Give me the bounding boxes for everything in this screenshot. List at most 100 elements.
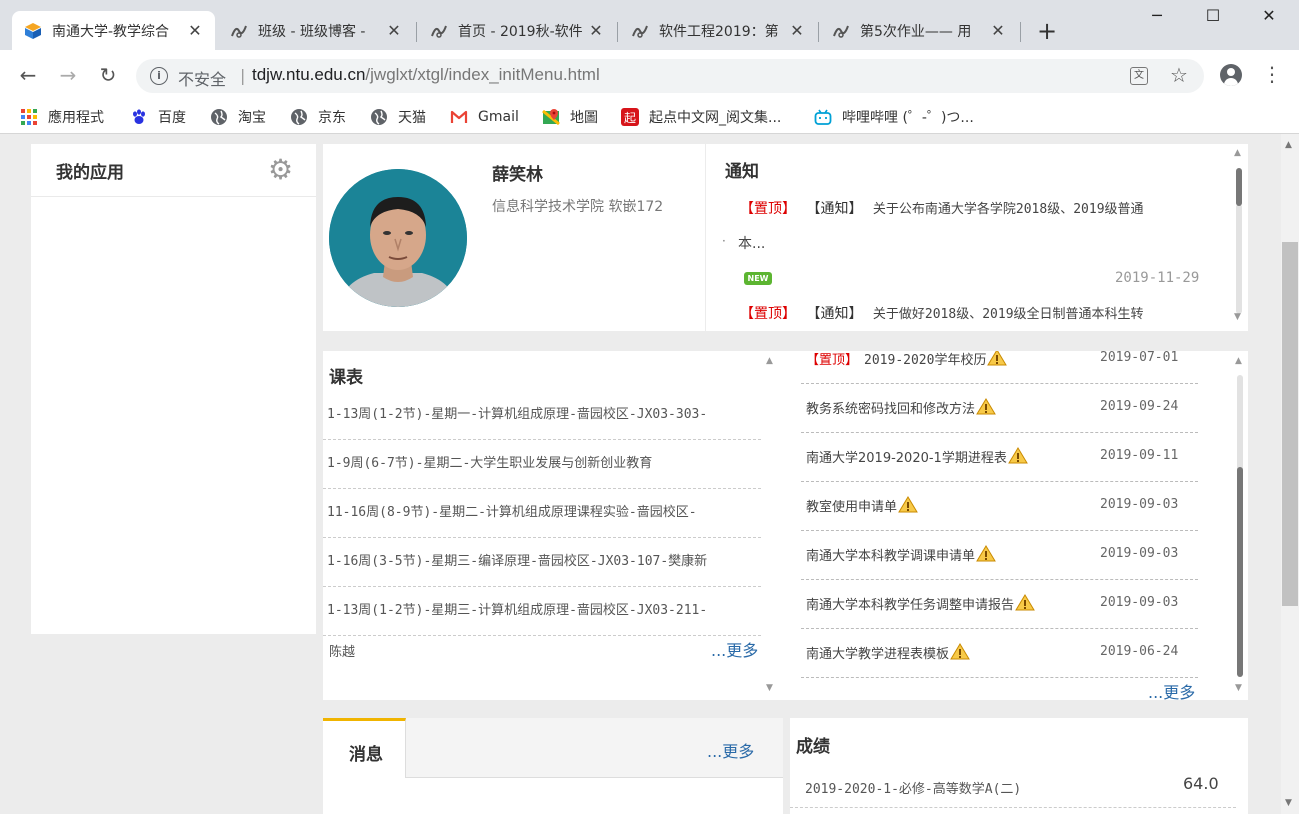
scroll-down-icon[interactable]: ▼ [1235, 683, 1242, 693]
tab-home-2019[interactable]: 首页 - 2019秋-软件 ✕ [418, 11, 616, 50]
tab-ntu-academic[interactable]: 南通大学-教学综合 ✕ [12, 11, 215, 50]
document-item[interactable]: 南通大学2019-2020-1学期进程表 2019-09-11 [801, 433, 1198, 482]
document-item[interactable]: 南通大学本科教学任务调整申请报告 2019-09-03 [801, 580, 1198, 629]
bookmark-star-icon[interactable]: ☆ [1170, 63, 1188, 87]
course-item[interactable]: 1-9周(6-7节)-星期二-大学生职业发展与创新创业教育 [323, 440, 761, 489]
bookmark-label: 百度 [158, 110, 186, 126]
grade-row[interactable]: 2019-2020-1-必修-高等数学A(二) 64.0 [790, 762, 1236, 808]
scroll-up-icon[interactable]: ▲ [1235, 356, 1242, 366]
bookmark-bilibili[interactable]: 哔哩哔哩 (゜-゜)つ... [814, 107, 974, 127]
tab-software-eng[interactable]: 软件工程2019：第 ✕ [619, 11, 817, 50]
window-close-button[interactable]: ✕ [1254, 6, 1284, 25]
notice-scrollbar[interactable]: ▲ ▼ [1232, 144, 1246, 331]
bookmark-label: Gmail [478, 109, 519, 125]
scroll-thumb[interactable] [1237, 467, 1243, 677]
reload-button[interactable]: ↻ [96, 63, 120, 87]
translate-icon[interactable]: 文 [1130, 67, 1148, 85]
info-icon[interactable]: i [150, 67, 168, 85]
course-more-link[interactable]: ...更多 [711, 637, 758, 661]
notice-item[interactable]: 【置顶】 【通知】 关于公布南通大学各学院2018级、2019级普通 [740, 198, 1144, 218]
omnibox-separator: | [240, 66, 246, 85]
url-host: tdjw.ntu.edu.cn [252, 65, 366, 84]
scroll-down-icon[interactable]: ▼ [1285, 798, 1292, 808]
document-item[interactable]: 南通大学本科教学调课申请单 2019-09-03 [801, 531, 1198, 580]
document-title: 南通大学教学进程表模板 [806, 647, 950, 662]
security-label[interactable]: 不安全 [178, 66, 226, 90]
close-icon[interactable]: ✕ [588, 21, 604, 40]
scroll-thumb[interactable] [1282, 242, 1298, 606]
qidian-icon: 起 [621, 108, 639, 126]
document-title-wrap: 南通大学教学进程表模板 [806, 643, 970, 662]
document-item[interactable]: 教务系统密码找回和修改方法 2019-09-24 [801, 384, 1198, 433]
bookmark-apps[interactable]: 應用程式 [20, 107, 104, 127]
new-badge: NEW [744, 272, 772, 285]
document-item[interactable]: 南通大学教学进程表模板 2019-06-24 [801, 629, 1198, 678]
messages-panel: 消息 ...更多 [323, 718, 783, 814]
close-icon[interactable]: ✕ [789, 21, 805, 40]
document-item[interactable]: 【置顶】 2019-2020学年校历 2019-07-01 [801, 351, 1198, 384]
course-item[interactable]: 1-13周(1-2节)-星期三-计算机组成原理-啬园校区-JX03-211- [323, 587, 761, 636]
divider [31, 196, 316, 197]
notice-text: 关于做好2018级、2019级全日制普通本科生转 [872, 307, 1144, 322]
document-title-wrap: 教务系统密码找回和修改方法 [806, 398, 996, 417]
bookmark-jd[interactable]: 京东 [290, 107, 346, 127]
course-item[interactable]: 1-16周(3-5节)-星期三-编译原理-啬园校区-JX03-107-樊康新 [323, 538, 761, 587]
bookmark-gmail[interactable]: Gmail [450, 107, 519, 127]
warning-triangle-icon [1015, 594, 1035, 611]
document-item[interactable]: 教室使用申请单 2019-09-03 [801, 482, 1198, 531]
cnblogs-icon [231, 25, 247, 38]
bookmark-label: 應用程式 [48, 110, 104, 126]
maximize-button[interactable]: ☐ [1198, 6, 1228, 25]
document-date: 2019-09-03 [1100, 595, 1179, 610]
tab-assignment-5[interactable]: 第5次作业—— 用 ✕ [820, 11, 1018, 50]
bookmark-label: 起点中文网_阅文集... [649, 110, 782, 126]
scroll-track [1236, 204, 1242, 314]
scroll-up-icon[interactable]: ▲ [766, 356, 773, 366]
document-title: 教务系统密码找回和修改方法 [806, 402, 976, 417]
account-icon[interactable] [1220, 64, 1242, 86]
documents-scrollbar[interactable]: ▲ ▼ [1233, 351, 1247, 700]
tab-title: 第5次作业—— 用 [860, 23, 972, 40]
page-content: 我的应用 ⚙ 薛笑林 信息科学技术学院 软嵌172 通知 【置顶】 【通知】 关… [0, 134, 1281, 814]
close-icon[interactable]: ✕ [187, 21, 203, 40]
scroll-down-icon[interactable]: ▼ [1234, 312, 1241, 322]
chrome-menu-icon[interactable]: ⋮ [1262, 62, 1282, 86]
url-text[interactable]: tdjw.ntu.edu.cn/jwglxt/xtgl/index_initMe… [252, 65, 600, 85]
close-icon[interactable]: ✕ [990, 21, 1006, 40]
bookmark-tmall[interactable]: 天猫 [370, 107, 426, 127]
document-title-wrap: 【置顶】 2019-2020学年校历 [806, 351, 1008, 368]
bookmark-taobao[interactable]: 淘宝 [210, 107, 266, 127]
documents-more-link[interactable]: ...更多 [1148, 679, 1195, 700]
document-title: 南通大学2019-2020-1学期进程表 [806, 451, 1007, 466]
back-button[interactable]: ← [16, 63, 40, 87]
gmail-icon [450, 110, 468, 123]
warning-triangle-icon [976, 545, 996, 562]
messages-more-link[interactable]: ...更多 [707, 738, 754, 762]
scroll-thumb[interactable] [1236, 168, 1242, 206]
tab-title: 软件工程2019：第 [659, 23, 779, 40]
tab-class-blog[interactable]: 班级 - 班级博客 - ✕ [218, 11, 414, 50]
gear-icon[interactable]: ⚙ [268, 156, 293, 184]
address-bar[interactable]: i 不安全 | tdjw.ntu.edu.cn/jwglxt/xtgl/inde… [136, 59, 1204, 93]
url-path: /jwglxt/xtgl/index_initMenu.html [365, 65, 600, 84]
globe-icon [291, 109, 307, 125]
avatar[interactable] [329, 169, 467, 307]
course-scrollbar[interactable]: ▲ ▼ [764, 351, 778, 700]
bookmark-baidu[interactable]: 百度 [130, 107, 186, 127]
notice-item[interactable]: 【置顶】 【通知】 关于做好2018级、2019级全日制普通本科生转 [740, 303, 1144, 323]
course-item[interactable]: 1-13周(1-2节)-星期一-计算机组成原理-啬园校区-JX03-303- [323, 391, 761, 440]
minimize-button[interactable]: ─ [1142, 6, 1172, 25]
tab-messages[interactable]: 消息 [323, 718, 406, 778]
document-date: 2019-06-24 [1100, 644, 1179, 659]
close-icon[interactable]: ✕ [386, 21, 402, 40]
course-item[interactable]: 11-16周(8-9节)-星期二-计算机组成原理课程实验-啬园校区- [323, 489, 761, 538]
page-scrollbar[interactable]: ▲ ▼ [1281, 134, 1299, 814]
bookmark-maps[interactable]: 地圖 [542, 107, 598, 127]
new-tab-button[interactable]: + [1034, 18, 1060, 44]
scroll-up-icon[interactable]: ▲ [1285, 140, 1292, 150]
forward-button[interactable]: → [56, 63, 80, 87]
scroll-up-icon[interactable]: ▲ [1234, 148, 1241, 158]
bookmark-qidian[interactable]: 起 起点中文网_阅文集... [621, 107, 781, 127]
scroll-down-icon[interactable]: ▼ [766, 683, 773, 693]
notice-text-continued[interactable]: 本... [738, 233, 765, 253]
